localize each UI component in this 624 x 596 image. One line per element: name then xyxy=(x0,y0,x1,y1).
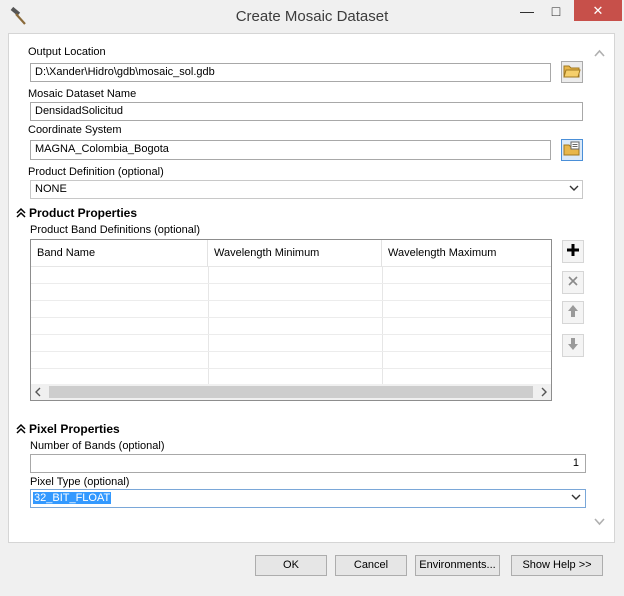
product-definition-value: NONE xyxy=(35,183,67,195)
plus-icon xyxy=(566,243,580,260)
number-of-bands-input[interactable]: 1 xyxy=(30,454,586,473)
environments-button[interactable]: Environments... xyxy=(415,555,500,576)
arrow-up-icon xyxy=(567,304,579,321)
table-row[interactable] xyxy=(31,301,551,318)
scrollbar-thumb[interactable] xyxy=(49,386,533,398)
cancel-button[interactable]: Cancel xyxy=(335,555,407,576)
pixel-properties-heading: Pixel Properties xyxy=(29,422,120,436)
move-down-button[interactable] xyxy=(562,334,584,357)
vertical-scrollbar[interactable] xyxy=(591,42,608,532)
chevron-down-icon[interactable] xyxy=(571,492,581,505)
table-row[interactable] xyxy=(31,267,551,284)
chevron-down-icon[interactable] xyxy=(594,517,605,529)
column-header-wavelength-max[interactable]: Wavelength Maximum xyxy=(382,240,551,267)
minimize-button[interactable]: — xyxy=(512,0,542,22)
properties-icon xyxy=(563,141,581,160)
pixel-type-select[interactable]: 32_BIT_FLOAT xyxy=(30,489,586,508)
delete-icon xyxy=(567,275,579,290)
coordinate-system-input[interactable]: MAGNA_Colombia_Bogota xyxy=(30,140,551,160)
mosaic-name-label: Mosaic Dataset Name xyxy=(28,88,137,100)
table-row[interactable] xyxy=(31,284,551,301)
horizontal-scrollbar[interactable] xyxy=(31,384,551,400)
product-definition-label: Product Definition (optional) xyxy=(28,166,164,178)
output-location-label: Output Location xyxy=(28,46,106,58)
chevron-left-icon[interactable] xyxy=(34,387,43,400)
maximize-button[interactable]: □ xyxy=(541,0,571,22)
pixel-type-value: 32_BIT_FLOAT xyxy=(33,492,112,504)
move-up-button[interactable] xyxy=(562,301,584,324)
ok-button[interactable]: OK xyxy=(255,555,327,576)
table-row[interactable] xyxy=(31,318,551,335)
folder-open-icon xyxy=(563,63,581,82)
browse-folder-button[interactable] xyxy=(561,61,583,83)
number-of-bands-value: 1 xyxy=(572,457,579,469)
table-row[interactable] xyxy=(31,352,551,369)
column-header-band-name[interactable]: Band Name xyxy=(31,240,208,267)
chevron-down-icon[interactable] xyxy=(569,183,579,196)
column-header-wavelength-min[interactable]: Wavelength Minimum xyxy=(208,240,382,267)
mosaic-name-input[interactable]: DensidadSolicitud xyxy=(30,102,583,121)
band-definitions-label: Product Band Definitions (optional) xyxy=(30,224,200,236)
product-properties-heading: Product Properties xyxy=(29,206,138,220)
collapse-product-properties-icon[interactable] xyxy=(16,207,26,219)
chevron-up-icon[interactable] xyxy=(594,48,605,60)
band-definitions-table[interactable]: Band Name Wavelength Minimum Wavelength … xyxy=(30,239,552,401)
coordinate-properties-button[interactable] xyxy=(561,139,583,161)
output-location-input[interactable]: D:\Xander\Hidro\gdb\mosaic_sol.gdb xyxy=(30,63,551,82)
show-help-button[interactable]: Show Help >> xyxy=(511,555,603,576)
delete-row-button[interactable] xyxy=(562,271,584,294)
collapse-pixel-properties-icon[interactable] xyxy=(16,423,26,435)
number-of-bands-label: Number of Bands (optional) xyxy=(30,440,165,452)
arrow-down-icon xyxy=(567,337,579,354)
product-definition-select[interactable]: NONE xyxy=(30,180,583,199)
chevron-right-icon[interactable] xyxy=(539,387,548,400)
add-row-button[interactable] xyxy=(562,240,584,263)
close-button[interactable]: ✕ xyxy=(574,0,622,21)
coordinate-system-label: Coordinate System xyxy=(28,124,122,136)
pixel-type-label: Pixel Type (optional) xyxy=(30,476,130,488)
table-row[interactable] xyxy=(31,335,551,352)
